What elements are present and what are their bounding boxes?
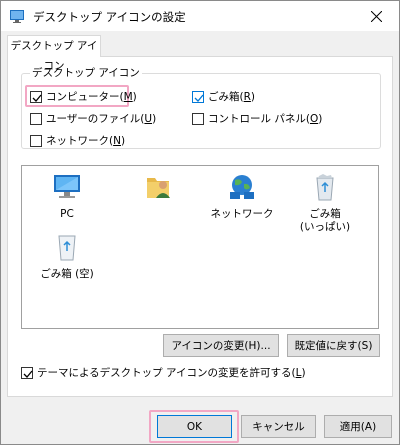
icon-item-network[interactable]: ネットワーク [197, 172, 287, 221]
network-item-label: ネットワーク [210, 208, 274, 220]
check-mark-icon [194, 94, 204, 102]
checkbox-box [192, 90, 204, 103]
desktop-icons-group: デスクトップ アイコン コンピューター(M) ごみ箱(R) ユーザーのファイル(… [21, 67, 381, 149]
control-panel-checkbox[interactable]: コントロール パネル(O) [192, 111, 322, 126]
network-checkbox[interactable]: ネットワーク(N) [30, 133, 125, 148]
icon-item-recycle-bin-empty[interactable]: ごみ箱 (空) [22, 232, 112, 281]
user-files-checkbox[interactable]: ユーザーのファイル(U) [30, 111, 156, 126]
checkbox-box [30, 90, 42, 103]
pc-icon [54, 175, 80, 198]
change-icon-button[interactable]: アイコンの変更(H)... [163, 334, 279, 357]
apply-button[interactable]: 適用(A) [324, 415, 392, 438]
close-icon [370, 10, 382, 22]
computer-checkbox[interactable]: コンピューター(M) [30, 89, 137, 104]
control-panel-label: コントロール パネル(O) [208, 113, 323, 125]
checkbox-box [21, 366, 33, 379]
check-mark-icon [23, 370, 33, 378]
user-files-label: ユーザーのファイル(U) [46, 113, 157, 125]
icon-item-user-files[interactable] [114, 172, 204, 208]
recycle-bin-label: ごみ箱(R) [208, 91, 256, 103]
computer-label: コンピューター(M) [46, 91, 137, 103]
checkbox-box [30, 112, 42, 125]
network-icon [230, 175, 254, 199]
allow-theme-change-label: テーマによるデスクトップ アイコンの変更を許可する(L) [37, 367, 306, 379]
recycle-bin-empty-label: ごみ箱 (空) [40, 268, 94, 280]
window-title: デスクトップ アイコンの設定 [33, 10, 186, 24]
desktop-icon-settings-dialog: デスクトップ アイコンの設定 デスクトップ アイコン デスクトップ アイコン コ… [0, 0, 400, 445]
network-label: ネットワーク(N) [46, 135, 126, 147]
checkbox-box [30, 134, 42, 147]
allow-theme-change-checkbox[interactable]: テーマによるデスクトップ アイコンの変更を許可する(L) [21, 365, 306, 380]
checkbox-box [192, 112, 204, 125]
icon-item-pc[interactable]: PC [22, 172, 112, 221]
restore-default-button[interactable]: 既定値に戻す(S) [287, 334, 380, 357]
recycle-bin-full-label: ごみ箱 (いっぱい) [299, 208, 351, 233]
pc-label: PC [60, 208, 74, 220]
check-mark-icon [32, 94, 42, 102]
recycle-bin-full-icon [316, 174, 334, 201]
settings-app-icon [10, 10, 24, 23]
tab-desktop-icons[interactable]: デスクトップ アイコン [7, 35, 101, 72]
user-files-icon [147, 178, 170, 198]
close-button[interactable] [353, 1, 399, 31]
recycle-bin-empty-icon [58, 235, 76, 261]
icon-item-recycle-bin-full[interactable]: ごみ箱 (いっぱい) [280, 172, 370, 234]
tab-panel: デスクトップ アイコン コンピューター(M) ごみ箱(R) ユーザーのファイル(… [7, 56, 393, 397]
desktop-icon-list: PC ネットワーク ごみ箱 (いっぱい) ごみ箱 (空) [21, 165, 379, 329]
title-bar: デスクトップ アイコンの設定 [1, 1, 399, 31]
ok-button[interactable]: OK [157, 415, 232, 438]
recycle-bin-checkbox[interactable]: ごみ箱(R) [192, 89, 255, 104]
cancel-button[interactable]: キャンセル [241, 415, 316, 438]
